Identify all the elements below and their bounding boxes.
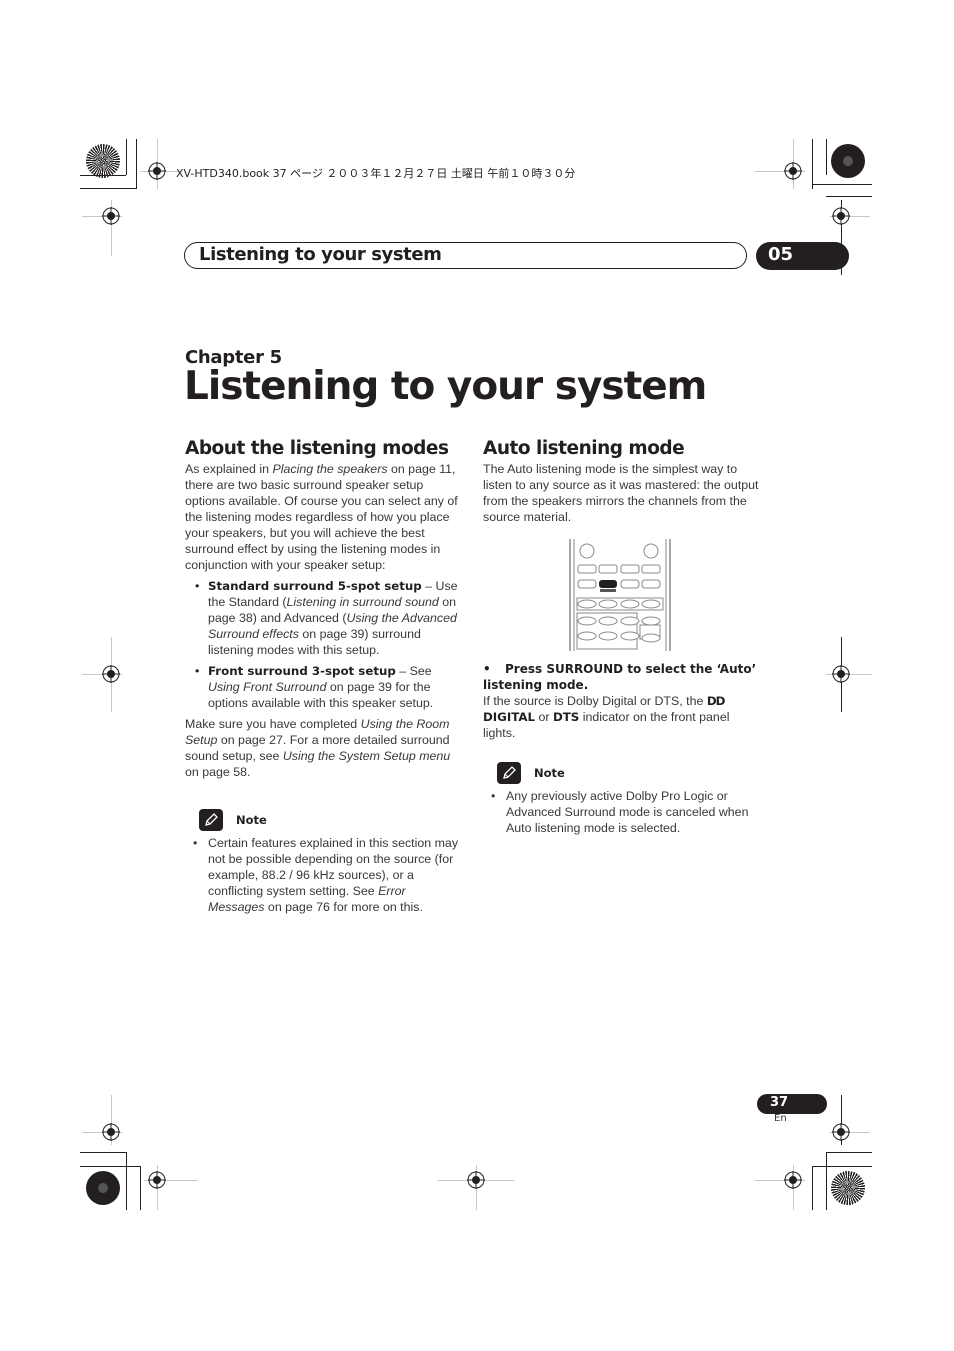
section-heading: About the listening modes [185,438,449,459]
section-heading: Auto listening mode [483,438,685,459]
list-item: Front surround 3-spot setup – See Using … [185,663,463,711]
note-list: Certain features explained in this secti… [185,835,463,915]
page-number: 37 [770,1095,789,1110]
running-header-title: Listening to your system [199,244,442,265]
registration-star-icon [831,1171,865,1205]
setup-list: Standard surround 5-spot setup – Use the… [185,578,463,711]
crosshair-icon [832,207,850,225]
registration-star-icon [86,144,120,178]
crop-mark [826,1152,827,1210]
step-detail: If the source is Dolby Digital or DTS, t… [483,694,730,740]
page-title: Listening to your system [184,364,707,409]
followup-paragraph: Make sure you have completed Using the R… [185,717,451,779]
remote-control-illustration [569,539,671,651]
crosshair-icon [102,1123,120,1141]
pencil-icon [199,809,223,831]
crop-mark [826,196,872,197]
crosshair-icon [148,1171,166,1189]
crop-mark [812,139,813,189]
crosshair-icon [467,1171,485,1189]
crop-mark [826,139,827,175]
note-label: Note [534,766,565,780]
note-header: Note [199,809,463,831]
crop-mark [80,175,126,176]
crop-mark [80,188,137,189]
crosshair-icon [784,162,802,180]
crop-mark [80,1152,126,1153]
crosshair-icon [102,665,120,683]
registration-star-icon [86,1171,120,1205]
step-block: • Press SURROUND to select the ‘Auto’ lis… [483,661,761,836]
crosshair-icon [832,665,850,683]
crop-mark [126,1152,127,1210]
crop-mark [812,1166,813,1210]
chapter-number: 05 [768,244,794,265]
crosshair-icon [832,1123,850,1141]
step-instruction: • Press SURROUND to select the ‘Auto’ lis… [483,662,757,692]
crop-mark [812,184,872,185]
crop-mark [80,1166,140,1167]
page-language: En [774,1113,787,1124]
right-column: Auto listening mode The Auto listening m… [483,437,761,525]
note-item: Certain features explained in this secti… [185,835,463,915]
surround-button [599,580,617,588]
crop-mark [136,139,137,189]
intro-paragraph: The Auto listening mode is the simplest … [483,462,759,524]
note-header: Note [497,762,761,784]
pencil-icon [497,762,521,784]
crop-mark [140,1166,141,1210]
crop-mark [812,1166,872,1167]
crop-mark [826,1152,872,1153]
note-label: Note [236,813,267,827]
crosshair-icon [148,162,166,180]
crosshair-icon [784,1171,802,1189]
intro-paragraph: As explained in Placing the speakers on … [185,462,458,572]
left-column: About the listening modes As explained i… [185,437,463,915]
registration-star-icon [831,144,865,178]
print-info: XV-HTD340.book 37 ページ ２００３年１２月２７日 土曜日 午前… [176,167,576,180]
crosshair-icon [102,207,120,225]
crop-mark [126,139,127,175]
dolby-logo-icon: DD [706,694,726,708]
page-number-tab [757,1094,827,1114]
list-item: Standard surround 5-spot setup – Use the… [185,578,463,658]
note-item: Any previously active Dolby Pro Logic or… [483,788,761,836]
note-list: Any previously active Dolby Pro Logic or… [483,788,761,836]
